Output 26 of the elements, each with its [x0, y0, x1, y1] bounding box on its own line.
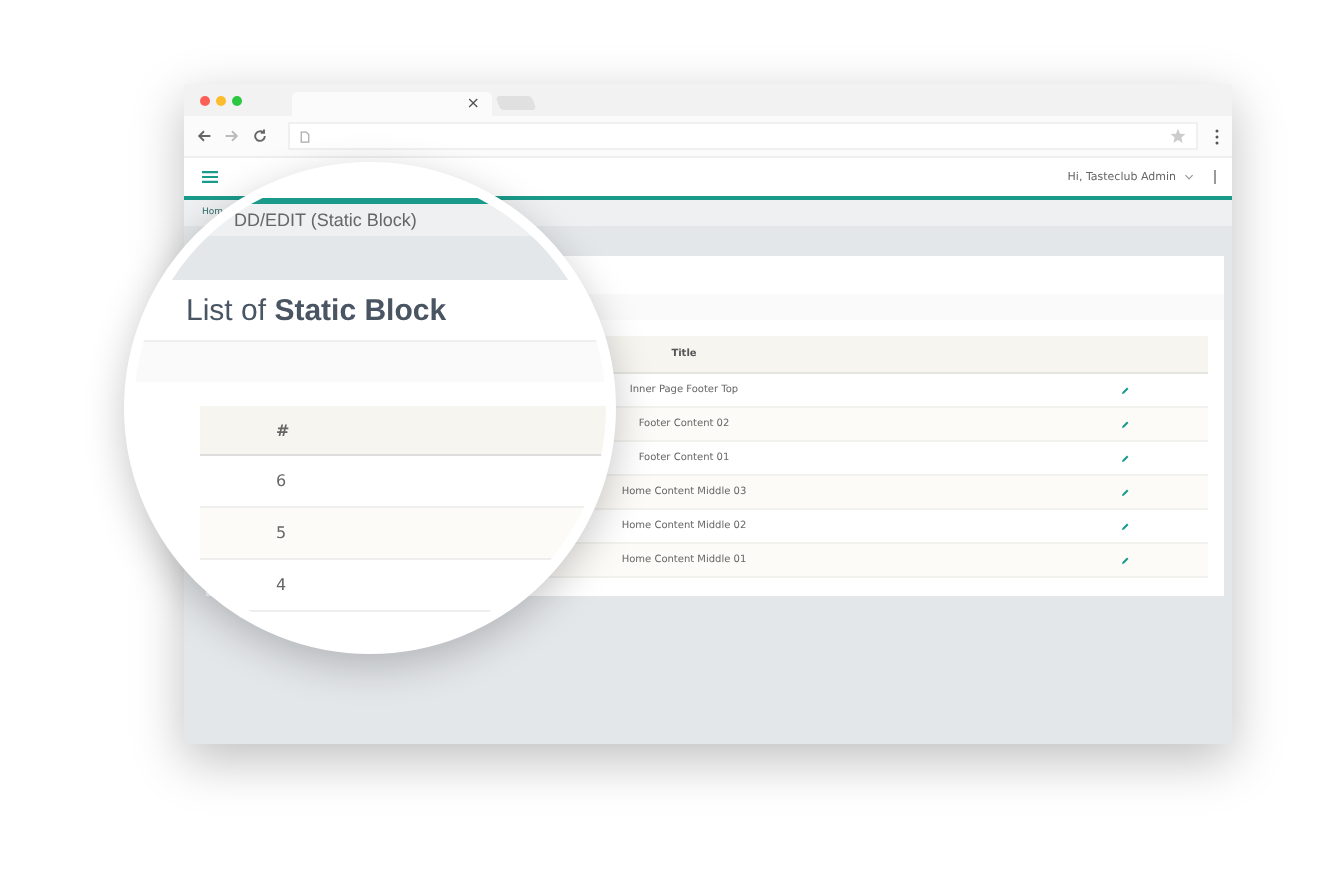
page-icon — [300, 129, 310, 143]
column-header: # — [276, 421, 290, 439]
list-heading: List of Static Block — [186, 293, 447, 327]
table-cell: 5 — [276, 524, 287, 542]
close-dot-icon[interactable] — [200, 96, 210, 106]
pencil-icon[interactable] — [1119, 385, 1129, 395]
zoom-dot-icon[interactable] — [232, 96, 242, 106]
pencil-icon[interactable] — [1119, 419, 1129, 429]
address-field[interactable] — [288, 122, 1198, 150]
chevron-down-icon[interactable] — [1184, 174, 1194, 180]
reload-icon[interactable] — [252, 128, 268, 144]
star-icon[interactable] — [1170, 128, 1186, 144]
minimize-dot-icon[interactable] — [216, 96, 226, 106]
pencil-icon[interactable] — [1119, 487, 1129, 497]
page-title: DD/EDIT (Static Block) — [234, 210, 417, 230]
browser-tab[interactable]: × — [292, 92, 492, 116]
menu-icon[interactable] — [1214, 127, 1220, 145]
close-tab-icon[interactable]: × — [466, 96, 480, 112]
forward-icon[interactable] — [224, 128, 240, 144]
pencil-icon[interactable] — [1119, 453, 1129, 463]
table-cell: 6 — [276, 472, 287, 490]
pencil-icon[interactable] — [1119, 521, 1129, 531]
pencil-icon[interactable] — [1119, 555, 1129, 565]
menu-icon[interactable] — [202, 170, 218, 184]
table-cell: 4 — [276, 576, 287, 594]
back-icon[interactable] — [196, 128, 212, 144]
